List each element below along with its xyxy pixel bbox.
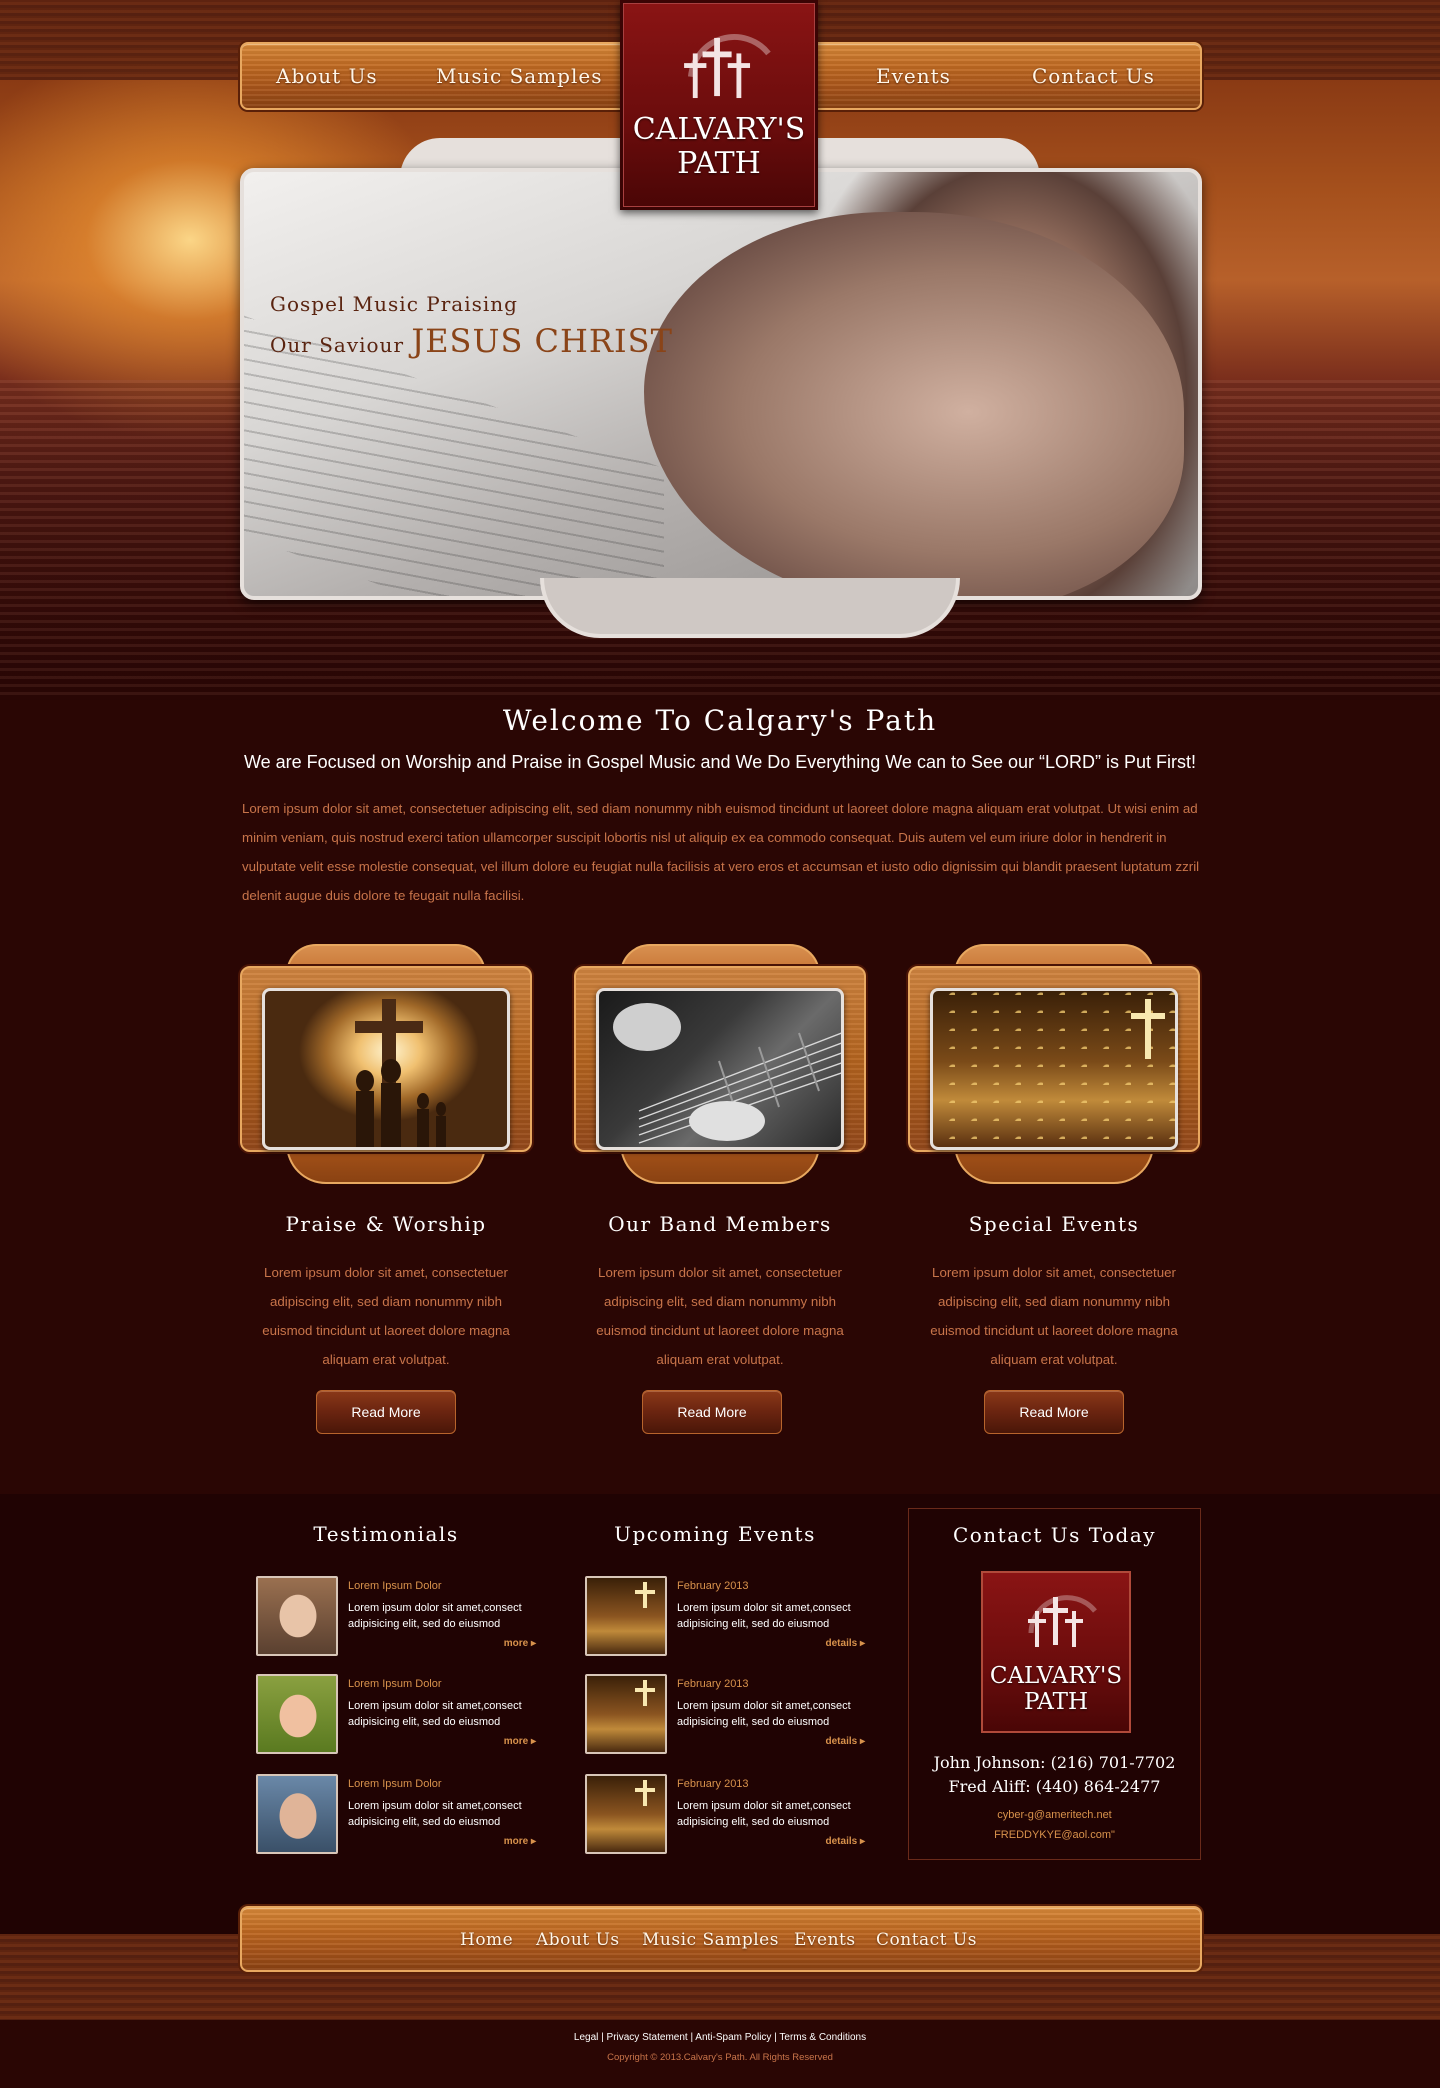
footer-nav-music-samples[interactable]: Music Samples xyxy=(642,1930,779,1950)
feature-text: Lorem ipsum dolor sit amet, consectetuer… xyxy=(596,1265,844,1367)
event-thumbnail xyxy=(585,1774,667,1854)
footer-nav-home[interactable]: Home xyxy=(460,1930,513,1950)
contact-logo-line1: CALVARY'S xyxy=(989,1663,1123,1689)
event-thumbnail xyxy=(585,1576,667,1656)
more-link[interactable]: more ▸ xyxy=(504,1836,536,1847)
event-text: Lorem ipsum dolor sit amet,consect adipi… xyxy=(677,1800,851,1828)
crosses-icon xyxy=(684,34,771,99)
feature-title: Our Band Members xyxy=(608,1212,832,1236)
feature-title: Special Events xyxy=(968,1212,1140,1236)
details-link[interactable]: details ▸ xyxy=(826,1836,865,1847)
feature-text: Lorem ipsum dolor sit amet, consectetuer… xyxy=(262,1265,510,1367)
hero-tagline-prefix: Our Saviour xyxy=(270,333,404,357)
feature-title: Praise & Worship xyxy=(285,1212,487,1236)
crosses-icon xyxy=(1028,1595,1097,1647)
event-date: February 2013 xyxy=(677,1678,749,1690)
concert-crowd-image xyxy=(930,988,1178,1150)
hero-banner: Gospel Music Praising Our Saviour JESUS … xyxy=(240,138,1202,648)
event-thumbnail xyxy=(585,1674,667,1754)
nav-music-samples[interactable]: Music Samples xyxy=(436,64,602,88)
praying-hands-image: Gospel Music Praising Our Saviour JESUS … xyxy=(240,168,1202,600)
contact-email-2[interactable]: FREDDYKYE@aol.com" xyxy=(909,1829,1200,1841)
logo-line2: PATH xyxy=(677,146,761,181)
event-text: Lorem ipsum dolor sit amet,consect adipi… xyxy=(677,1602,851,1630)
event-item: February 2013 Lorem ipsum dolor sit amet… xyxy=(585,1774,865,1864)
hero-tagline-highlight: JESUS CHRIST xyxy=(411,322,673,360)
testimonial-text: Lorem ipsum dolor sit amet,consect adipi… xyxy=(348,1800,522,1828)
event-text: Lorem ipsum dolor sit amet,consect adipi… xyxy=(677,1700,851,1728)
details-link[interactable]: details ▸ xyxy=(826,1638,865,1649)
read-more-button-praise[interactable]: Read More xyxy=(316,1390,456,1434)
contact-phone-2: Fred Aliff: (440) 864-2477 xyxy=(948,1777,1161,1796)
welcome-body: Lorem ipsum dolor sit amet, consectetuer… xyxy=(242,801,1200,903)
nav-contact-us[interactable]: Contact Us xyxy=(1032,64,1155,88)
nav-events[interactable]: Events xyxy=(876,64,951,88)
testimonial-name: Lorem Ipsum Dolor xyxy=(348,1580,442,1592)
hero-tagline-line1: Gospel Music Praising xyxy=(270,292,518,316)
more-link[interactable]: more ▸ xyxy=(504,1638,536,1649)
welcome-subtitle: We are Focused on Worship and Praise in … xyxy=(243,752,1197,772)
guitar-image xyxy=(596,988,844,1150)
testimonial-text: Lorem ipsum dolor sit amet,consect adipi… xyxy=(348,1602,522,1630)
read-more-button-events[interactable]: Read More xyxy=(984,1390,1124,1434)
testimonial-item: Lorem Ipsum Dolor Lorem ipsum dolor sit … xyxy=(256,1774,536,1864)
contact-title: Contact Us Today xyxy=(952,1523,1157,1547)
legal-links[interactable]: Legal | Privacy Statement | Anti-Spam Po… xyxy=(0,2032,1440,2043)
details-link[interactable]: details ▸ xyxy=(826,1736,865,1747)
event-item: February 2013 Lorem ipsum dolor sit amet… xyxy=(585,1674,865,1764)
events-title: Upcoming Events xyxy=(614,1522,816,1546)
hero-tagline-line2: Our Saviour JESUS CHRIST xyxy=(270,322,673,360)
welcome-title: Welcome To Calgary's Path xyxy=(502,704,938,737)
footer-nav-events[interactable]: Events xyxy=(794,1930,856,1950)
avatar xyxy=(256,1576,338,1656)
copyright: Copyright © 2013.Calvary's Path. All Rig… xyxy=(607,2052,833,2063)
testimonial-item: Lorem Ipsum Dolor Lorem ipsum dolor sit … xyxy=(256,1674,536,1764)
event-date: February 2013 xyxy=(677,1778,749,1790)
hero-frame-bottom-arch xyxy=(540,578,960,638)
testimonial-name: Lorem Ipsum Dolor xyxy=(348,1678,442,1690)
event-date: February 2013 xyxy=(677,1580,749,1592)
read-more-button-band[interactable]: Read More xyxy=(642,1390,782,1434)
avatar xyxy=(256,1674,338,1754)
footer-navigation: Home About Us Music Samples Events Conta… xyxy=(240,1906,1202,1972)
contact-phone-1: John Johnson: (216) 701-7702 xyxy=(933,1753,1176,1772)
testimonial-name: Lorem Ipsum Dolor xyxy=(348,1778,442,1790)
more-link[interactable]: more ▸ xyxy=(504,1736,536,1747)
contact-logo: CALVARY'S PATH xyxy=(981,1571,1131,1733)
testimonial-text: Lorem ipsum dolor sit amet,consect adipi… xyxy=(348,1700,522,1728)
site-logo[interactable]: CALVARY'S PATH xyxy=(620,0,818,210)
worship-cross-image xyxy=(262,988,510,1150)
avatar xyxy=(256,1774,338,1854)
footer-nav-about-us[interactable]: About Us xyxy=(536,1930,620,1950)
contact-email-1[interactable]: cyber-g@ameritech.net xyxy=(909,1809,1200,1821)
feature-text: Lorem ipsum dolor sit amet, consectetuer… xyxy=(930,1265,1178,1367)
footer-nav-contact-us[interactable]: Contact Us xyxy=(876,1930,977,1950)
contact-box: Contact Us Today CALVARY'S PATH John Joh… xyxy=(908,1508,1201,1860)
hands-shape xyxy=(644,212,1184,596)
testimonials-title: Testimonials xyxy=(313,1522,459,1546)
contact-logo-line2: PATH xyxy=(1023,1689,1089,1715)
logo-line1: CALVARY'S xyxy=(632,112,806,147)
nav-about-us[interactable]: About Us xyxy=(276,64,378,88)
testimonial-item: Lorem Ipsum Dolor Lorem ipsum dolor sit … xyxy=(256,1576,536,1666)
event-item: February 2013 Lorem ipsum dolor sit amet… xyxy=(585,1576,865,1666)
